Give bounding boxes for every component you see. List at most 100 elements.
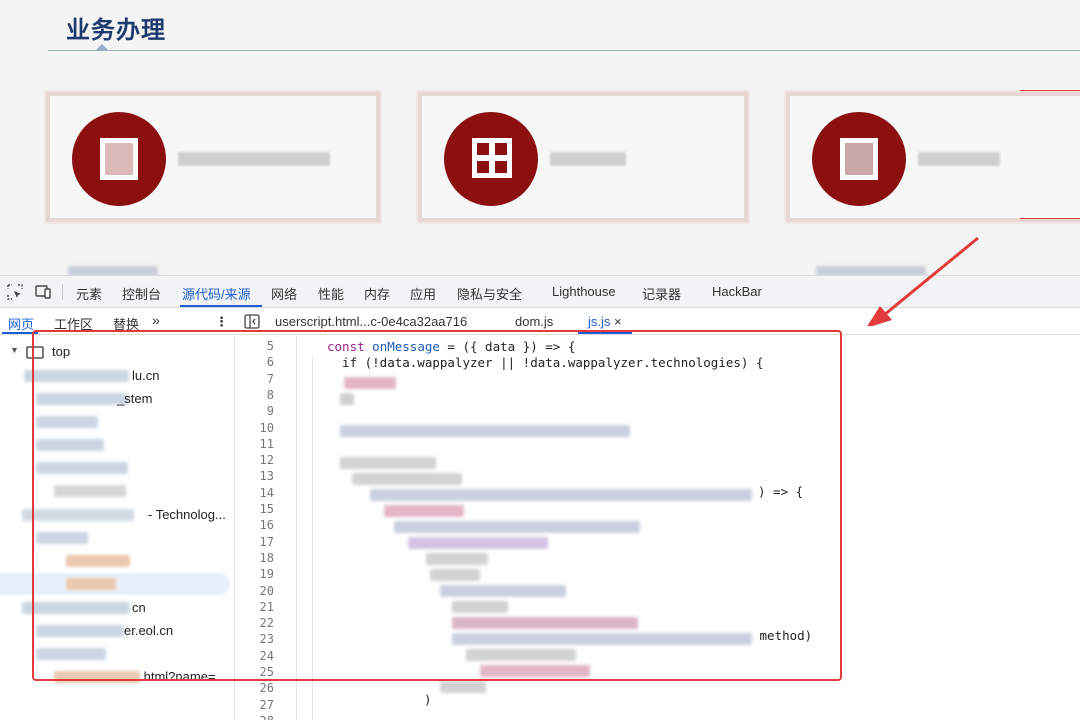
tab-lighthouse[interactable]: Lighthouse xyxy=(552,284,616,299)
code-text: method) xyxy=(752,628,813,643)
line-number[interactable]: 20 xyxy=(260,584,274,598)
line-number[interactable]: 23 xyxy=(260,632,274,646)
chevron-down-icon: ▼ xyxy=(10,345,19,355)
tree-item-folder[interactable] xyxy=(0,480,234,502)
kebab-menu-icon[interactable]: ⋮ xyxy=(215,314,228,330)
line-number[interactable]: 5 xyxy=(267,339,274,353)
tab-elements[interactable]: 元素 xyxy=(76,284,102,303)
tree-item-domain[interactable] xyxy=(0,457,234,479)
red-accent-line xyxy=(1020,90,1080,91)
line-number[interactable]: 11 xyxy=(260,437,274,451)
annotation-arrow-icon xyxy=(867,236,979,326)
line-number[interactable]: 24 xyxy=(260,649,274,663)
service-card-3[interactable] xyxy=(786,92,1080,222)
code-text: ) xyxy=(424,692,432,707)
qr-icon xyxy=(812,112,906,206)
tree-item-domain[interactable]: er.eol.cn xyxy=(0,620,234,642)
tree-item-label: er.eol.cn xyxy=(124,623,174,638)
tree-item-domain[interactable] xyxy=(0,434,234,456)
line-number[interactable]: 22 xyxy=(260,616,274,630)
tree-item-folder[interactable] xyxy=(0,527,234,549)
devtools-panel: 元素 控制台 源代码/来源 网络 性能 内存 应用 隐私与安全 Lighthou… xyxy=(0,275,1080,720)
service-card-label xyxy=(918,152,1000,166)
tab-hackbar[interactable]: HackBar xyxy=(712,284,762,299)
code-text: ) => { xyxy=(758,484,804,499)
code-line-6: if (!data.wappalyzer || !data.wappalyzer… xyxy=(327,355,764,370)
line-number[interactable]: 10 xyxy=(260,421,274,435)
page-title: 业务办理 xyxy=(66,16,166,44)
toggle-navigator-icon[interactable] xyxy=(244,314,260,329)
close-icon[interactable]: × xyxy=(614,314,622,329)
code-text: = ({ data }) => { xyxy=(439,339,576,354)
line-number[interactable]: 16 xyxy=(260,518,274,532)
line-number[interactable]: 21 xyxy=(260,600,274,614)
line-number[interactable]: 12 xyxy=(260,453,274,467)
line-number-gutter: 5 6 7 8 9 10 11 12 13 14 15 16 17 18 19 20 21 22 23 24 25 26 2… xyxy=(236,336,286,720)
tab-workspace[interactable]: 工作区 xyxy=(54,314,93,333)
tree-item-label: - Technolog... xyxy=(148,507,226,522)
tree-item-top[interactable]: ▼ top xyxy=(0,341,234,363)
tree-item-domain[interactable]: - Technolog... xyxy=(0,504,234,526)
file-tab-dom[interactable]: dom.js xyxy=(515,314,553,329)
file-tab-userscript[interactable]: userscript.html...c-0e4ca32aa716 xyxy=(275,314,467,329)
webpage-area: 业务办理 xyxy=(0,0,1080,275)
service-card-label xyxy=(178,152,330,166)
device-toolbar-icon[interactable] xyxy=(34,283,52,301)
active-tab-indicator xyxy=(180,305,262,307)
tree-item-label: lu.cn xyxy=(132,368,160,383)
line-number[interactable]: 27 xyxy=(260,698,274,712)
service-card-2[interactable] xyxy=(418,92,748,222)
line-number[interactable]: 9 xyxy=(267,404,274,418)
line-number[interactable]: 6 xyxy=(267,355,274,369)
tree-item-file-selected[interactable] xyxy=(0,573,230,595)
file-tab-js[interactable]: js.js xyxy=(588,314,610,329)
code-keyword: const xyxy=(327,339,365,354)
service-card-1[interactable] xyxy=(46,92,380,222)
more-tabs-icon[interactable]: » xyxy=(152,312,160,328)
code-function-name: onMessage xyxy=(372,339,440,354)
line-number[interactable]: 14 xyxy=(260,486,274,500)
tree-item-domain[interactable]: lu.cn xyxy=(0,365,234,387)
tab-overrides[interactable]: 替换 xyxy=(113,314,139,333)
line-number[interactable]: 18 xyxy=(260,551,274,565)
line-number[interactable]: 26 xyxy=(260,681,274,695)
code-line-5: const onMessage = ({ data }) => { xyxy=(327,339,575,354)
service-card-label xyxy=(550,152,626,166)
active-file-indicator xyxy=(578,332,632,334)
tree-item-domain[interactable] xyxy=(0,643,234,665)
grid-icon xyxy=(444,112,538,206)
document-icon xyxy=(72,112,166,206)
tab-application[interactable]: 应用 xyxy=(410,284,436,303)
tree-item-file[interactable] xyxy=(0,550,234,572)
tree-item-domain[interactable]: _stem xyxy=(0,388,234,410)
tree-item-label: cn xyxy=(132,600,146,615)
line-number[interactable]: 7 xyxy=(267,372,274,386)
line-number[interactable]: 17 xyxy=(260,535,274,549)
inspect-element-icon[interactable] xyxy=(6,283,24,301)
tab-console[interactable]: 控制台 xyxy=(122,284,161,303)
tab-recorder[interactable]: 记录器 xyxy=(642,284,681,303)
file-navigator: ▼ top lu.cn _stem - Technolog... cn er.e… xyxy=(0,336,235,720)
tree-item-label: _stem xyxy=(117,391,153,406)
tab-memory[interactable]: 内存 xyxy=(364,284,390,303)
tab-performance[interactable]: 性能 xyxy=(318,284,344,303)
line-number[interactable]: 19 xyxy=(260,567,274,581)
tree-item-domain[interactable] xyxy=(0,411,234,433)
title-divider xyxy=(48,50,1080,51)
code-editor[interactable]: const onMessage = ({ data }) => { if (!d… xyxy=(290,336,1080,720)
tab-page[interactable]: 网页 xyxy=(8,314,34,333)
tab-network[interactable]: 网络 xyxy=(271,284,297,303)
title-notch xyxy=(96,44,108,50)
line-number[interactable]: 13 xyxy=(260,469,274,483)
active-subtab-indicator xyxy=(2,332,38,334)
line-number[interactable]: 25 xyxy=(260,665,274,679)
tree-item-label: .html?name=... xyxy=(140,669,227,684)
tab-sources[interactable]: 源代码/来源 xyxy=(182,284,251,303)
tree-item-domain[interactable]: cn xyxy=(0,597,234,619)
line-number[interactable]: 28 xyxy=(260,714,274,720)
line-number[interactable]: 8 xyxy=(267,388,274,402)
tab-privacy-security[interactable]: 隐私与安全 xyxy=(457,284,522,303)
line-number[interactable]: 15 xyxy=(260,502,274,516)
tree-item-file[interactable]: .html?name=... xyxy=(0,666,234,688)
tree-item-label: top xyxy=(52,344,71,359)
